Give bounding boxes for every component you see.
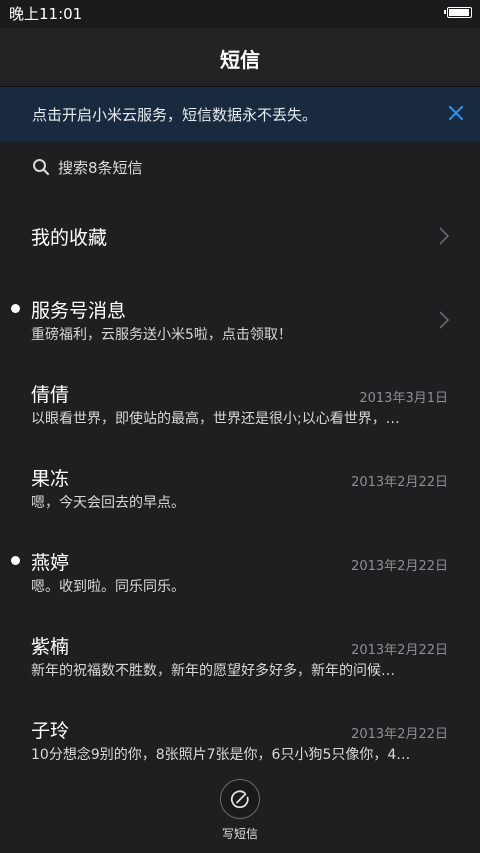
- banner-text: 点击开启小米云服务，短信数据永不丢失。: [32, 106, 318, 124]
- thread-name: 子玲: [31, 720, 70, 742]
- chevron-right-icon: [439, 227, 450, 245]
- title-bar: 短信: [0, 28, 480, 87]
- thread-preview: 以眼看世界，即使站的最高，世界还是很小;以心看世界，…: [31, 411, 400, 427]
- thread-name: 果冻: [31, 468, 70, 490]
- thread-item[interactable]: 果冻 2013年2月22日 嗯，今天会回去的早点。: [0, 454, 480, 518]
- thread-name: 倩倩: [31, 384, 70, 406]
- status-time: 晚上11:01: [9, 5, 83, 23]
- thread-date: 2013年2月22日: [351, 643, 448, 658]
- thread-item[interactable]: 子玲 2013年2月22日 10分想念9别的你，8张照片7张是你，6只小狗5只像…: [0, 706, 480, 770]
- compose-circle[interactable]: [220, 779, 260, 819]
- thread-item[interactable]: 倩倩 2013年3月1日 以眼看世界，即使站的最高，世界还是很小;以心看世界，…: [0, 370, 480, 434]
- search-icon: [33, 159, 50, 176]
- battery-icon: [444, 7, 472, 18]
- thread-name: 紫楠: [31, 636, 70, 658]
- thread-date: 2013年2月22日: [351, 475, 448, 490]
- thread-preview: 10分想念9别的你，8张照片7张是你，6只小狗5只像你，4…: [31, 747, 411, 763]
- compose-button[interactable]: 写短信: [218, 779, 262, 842]
- unread-indicator: [11, 556, 20, 565]
- thread-preview: 嗯。收到啦。同乐同乐。: [31, 579, 185, 595]
- thread-item[interactable]: 紫楠 2013年2月22日 新年的祝福数不胜数，新年的愿望好多好多，新年的问候…: [0, 622, 480, 686]
- favorites-label: 我的收藏: [31, 227, 108, 249]
- chevron-right-icon: [439, 311, 450, 329]
- compose-icon: [231, 790, 249, 809]
- thread-name: 燕婷: [31, 552, 70, 574]
- service-messages-item[interactable]: 服务号消息 重磅福利，云服务送小米5啦，点击领取！: [0, 286, 480, 350]
- thread-name: 服务号消息: [31, 300, 127, 322]
- thread-preview: 新年的祝福数不胜数，新年的愿望好多好多，新年的问候…: [31, 663, 395, 679]
- status-bar: 晚上11:01: [0, 0, 480, 28]
- close-icon[interactable]: [446, 103, 466, 123]
- favorites-item[interactable]: 我的收藏: [0, 210, 480, 262]
- page-title: 短信: [220, 48, 260, 72]
- thread-preview: 重磅福利，云服务送小米5啦，点击领取！: [31, 327, 292, 343]
- thread-item[interactable]: 燕婷 2013年2月22日 嗯。收到啦。同乐同乐。: [0, 538, 480, 602]
- search-input[interactable]: 搜索8条短信: [32, 156, 143, 178]
- thread-date: 2013年2月22日: [351, 559, 448, 574]
- thread-date: 2013年2月22日: [351, 727, 448, 742]
- cloud-service-banner[interactable]: 点击开启小米云服务，短信数据永不丢失。: [0, 87, 480, 141]
- thread-preview: 嗯，今天会回去的早点。: [31, 495, 185, 511]
- thread-date: 2013年3月1日: [359, 391, 448, 406]
- unread-indicator: [11, 304, 20, 313]
- compose-label: 写短信: [221, 827, 258, 841]
- search-placeholder: 搜索8条短信: [58, 158, 143, 177]
